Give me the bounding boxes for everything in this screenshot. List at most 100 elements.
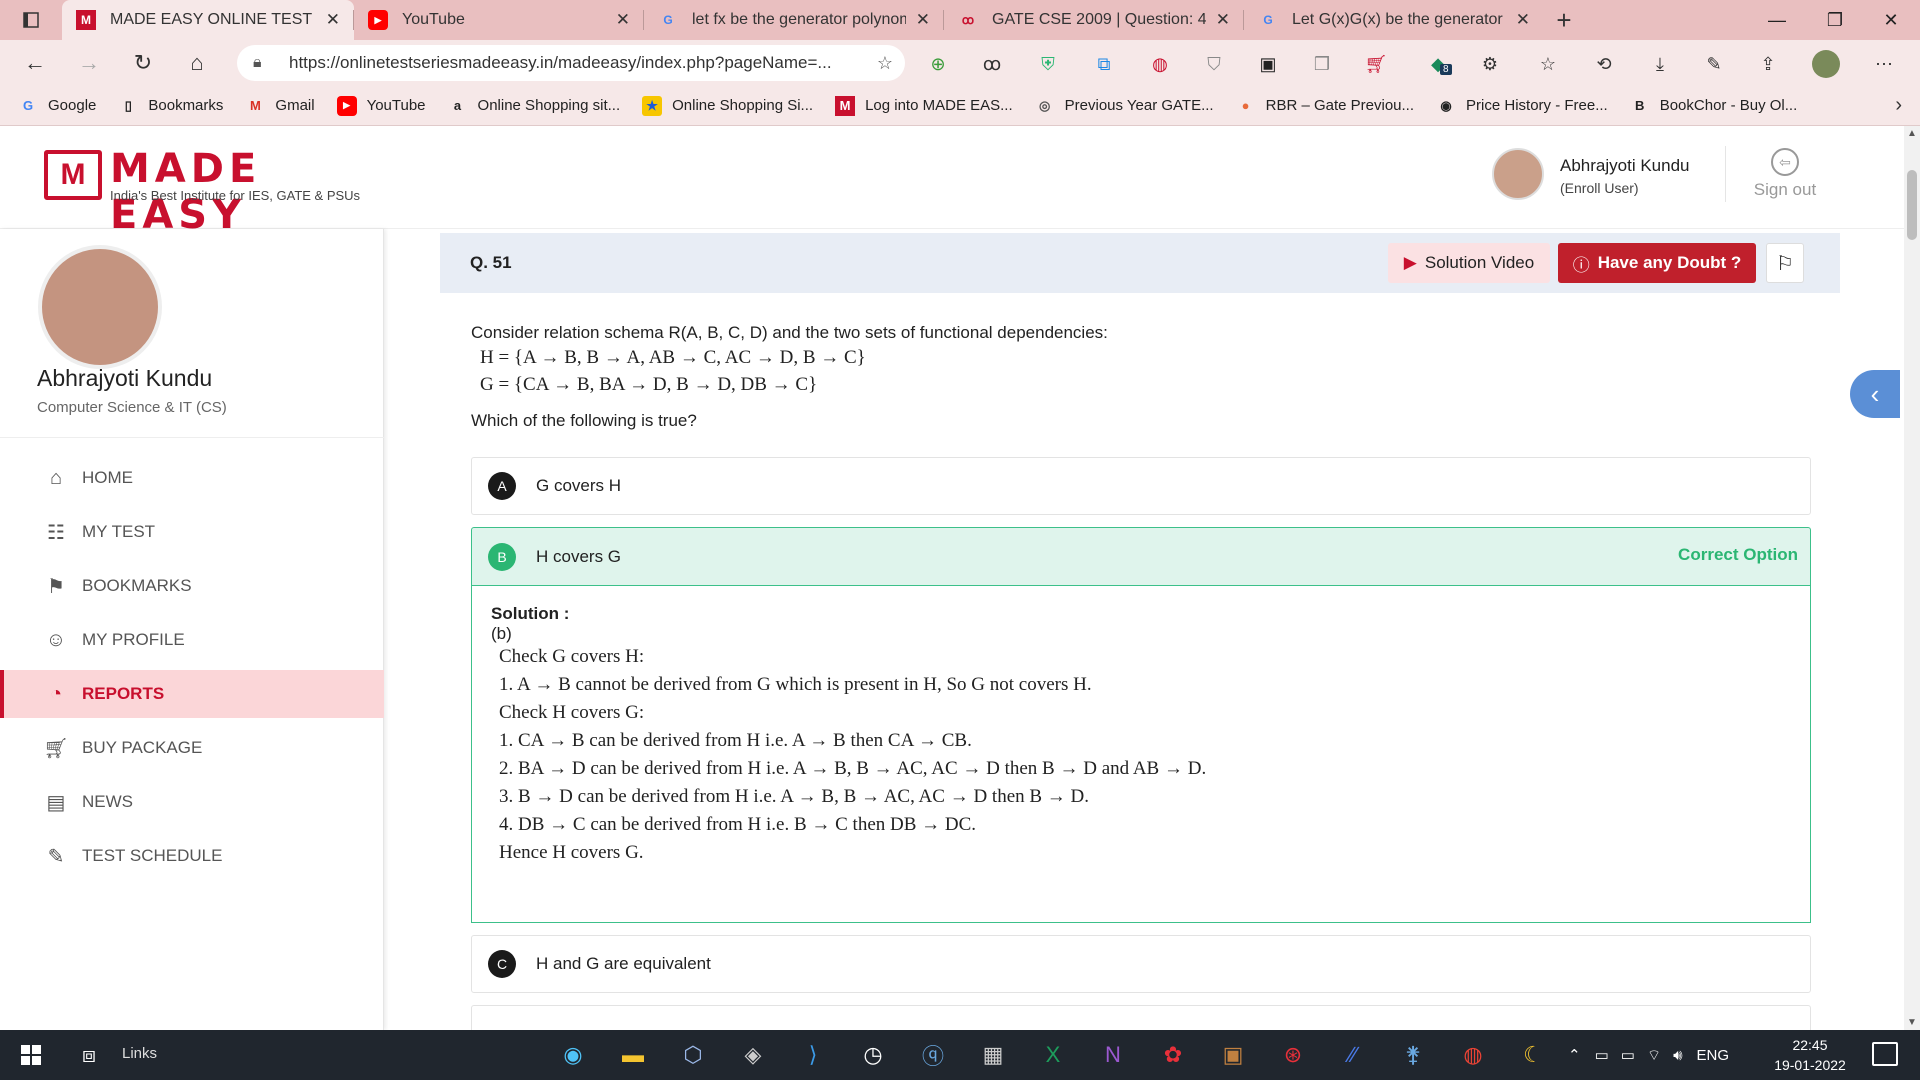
bookmark-price-history[interactable]: ◉ Price History - Free... (1436, 96, 1607, 116)
extensions-puzzle-icon[interactable]: ⚙ (1474, 48, 1506, 80)
sidebar-item-my-profile[interactable]: ☺ MY PROFILE (0, 616, 384, 664)
sidebar-item-reports[interactable]: ◔ REPORTS (0, 670, 384, 718)
git-icon[interactable]: ✿ (1148, 1030, 1198, 1080)
scroll-up-icon[interactable]: ▲ (1907, 128, 1917, 139)
history-icon[interactable]: ⟲ (1588, 48, 1620, 80)
excel-icon[interactable]: X (1028, 1030, 1078, 1080)
clock-app-icon[interactable]: ◷ (848, 1030, 898, 1080)
extension-cart-icon[interactable]: 🛒︎ (1360, 48, 1392, 80)
back-icon[interactable]: ← (8, 40, 62, 86)
close-tab-icon[interactable]: ✕ (326, 10, 340, 30)
chevron-right-icon[interactable]: › (1895, 94, 1902, 117)
bookmark-rbr[interactable]: ● RBR – Gate Previou... (1236, 96, 1414, 116)
sign-out-button[interactable]: ⇦ Sign out (1740, 148, 1830, 200)
add-favorite-icon[interactable]: ☆ (865, 53, 905, 74)
scrollbar-thumb[interactable] (1907, 170, 1917, 240)
extension-dark-icon[interactable]: ▣ (1252, 48, 1284, 80)
extension-brain-icon[interactable]: ◍ (1144, 48, 1176, 80)
bookmark-made-easy[interactable]: M Log into MADE EAS... (835, 95, 1013, 116)
option-b[interactable]: B H covers G Correct Option (471, 527, 1811, 585)
have-doubt-button[interactable]: ⓘ Have any Doubt ? (1558, 243, 1756, 283)
tab-actions-icon[interactable] (0, 0, 62, 40)
bookmark-bookchor[interactable]: B BookChor - Buy Ol... (1630, 96, 1797, 116)
home-browser-icon[interactable]: ⌂ (170, 40, 224, 86)
extension-guard-icon[interactable]: ⛉ (1198, 48, 1230, 80)
extension-translate-icon[interactable]: ⧉ (1088, 48, 1120, 80)
notification-icon[interactable] (1872, 1042, 1898, 1066)
page-scrollbar[interactable]: ▲ ▼ (1904, 126, 1920, 1030)
device-icon[interactable]: ▭ (1595, 1046, 1609, 1064)
refresh-icon[interactable]: ↻ (116, 40, 170, 86)
url-text[interactable]: https://onlinetestseriesmadeeasy.in/made… (289, 53, 865, 73)
web-capture-icon[interactable]: ✎ (1698, 48, 1730, 80)
sidebar-item-home[interactable]: ⌂ HOME (0, 454, 384, 502)
tab-google-2[interactable]: G Let G(x)G(x) be the generator polynomi… (1244, 0, 1544, 40)
bookmark-question-icon[interactable]: ⚐ (1766, 243, 1804, 283)
virtualbox-icon[interactable]: ⬡ (668, 1030, 718, 1080)
taskbar-clock[interactable]: 22:45 19-01-2022 (1760, 1035, 1860, 1075)
edge-icon[interactable]: ◉ (548, 1030, 598, 1080)
option-c[interactable]: C H and G are equivalent (471, 935, 1811, 993)
option-a[interactable]: A G covers H (471, 457, 1811, 515)
bookmark-amazon[interactable]: a Online Shopping sit... (448, 96, 620, 116)
profile-avatar-icon[interactable] (1812, 50, 1840, 78)
sidebar-item-news[interactable]: ▤ NEWS (0, 778, 384, 826)
restore-icon[interactable]: ❐ (1806, 0, 1864, 40)
close-tab-icon[interactable]: ✕ (1216, 10, 1230, 30)
close-tab-icon[interactable]: ✕ (1516, 10, 1530, 30)
task-view-icon[interactable]: ⧈ (64, 1030, 114, 1080)
close-window-icon[interactable]: ✕ (1862, 0, 1920, 40)
collapse-panel-icon[interactable]: ‹ (1850, 370, 1900, 418)
app-icon[interactable]: ⊛ (1268, 1030, 1318, 1080)
minimize-icon[interactable]: — (1748, 0, 1806, 40)
share-icon[interactable]: ⇪ (1752, 48, 1784, 80)
qbittorrent-icon[interactable]: ⓠ (908, 1030, 958, 1080)
tab-google-1[interactable]: G let fx be the generator polynomial ✕ (644, 0, 944, 40)
tab-youtube[interactable]: ▶ YouTube ✕ (354, 0, 644, 40)
taskbar-links[interactable]: Links (122, 1045, 157, 1062)
chrome-icon[interactable]: ◍ (1448, 1030, 1498, 1080)
close-tab-icon[interactable]: ✕ (616, 10, 630, 30)
bookmark-bookmarks[interactable]: ▯ Bookmarks (118, 96, 224, 116)
bookmark-flipkart[interactable]: ★ Online Shopping Si... (642, 95, 813, 116)
bookmark-google[interactable]: G Google (18, 96, 96, 116)
new-tab-icon[interactable]: + (1544, 0, 1584, 40)
address-bar[interactable]: 🔒︎ https://onlinetestseriesmadeeasy.in/m… (237, 45, 905, 81)
more-menu-icon[interactable]: ⋯ (1868, 48, 1900, 80)
sidebar-item-bookmarks[interactable]: ⚑ BOOKMARKS (0, 562, 384, 610)
forward-icon[interactable]: → (62, 40, 116, 86)
favorites-icon[interactable]: ☆ (1532, 48, 1564, 80)
tab-gate[interactable]: ꝏ GATE CSE 2009 | Question: 48 - GATE ✕ (944, 0, 1244, 40)
language-indicator[interactable]: ENG (1697, 1047, 1730, 1064)
vscode-icon[interactable]: ⟩ (788, 1030, 838, 1080)
extension-copy-icon[interactable]: ❒ (1306, 48, 1338, 80)
battery-icon[interactable]: ▭ (1621, 1046, 1635, 1064)
onenote-icon[interactable]: N (1088, 1030, 1138, 1080)
sidebar-item-buy-package[interactable]: 🛒︎ BUY PACKAGE (0, 724, 384, 772)
eclipse-icon[interactable]: ⚵ (1388, 1030, 1438, 1080)
calculator-icon[interactable]: ▦ (968, 1030, 1018, 1080)
math-icon[interactable]: ∕∕ (1328, 1030, 1378, 1080)
chevron-up-icon[interactable]: ⌃ (1568, 1046, 1581, 1064)
extension-glasses-icon[interactable]: ꝏ (976, 48, 1008, 80)
tab-made-easy[interactable]: M MADE EASY ONLINE TEST SERIES ✕ (62, 0, 354, 40)
sidebar-item-my-test[interactable]: ☷ MY TEST (0, 508, 384, 556)
downloads-icon[interactable]: ⤓ (1644, 48, 1676, 80)
solution-video-button[interactable]: ▶ Solution Video (1388, 243, 1550, 283)
file-explorer-icon[interactable]: ▬ (608, 1030, 658, 1080)
close-tab-icon[interactable]: ✕ (916, 10, 930, 30)
made-easy-logo[interactable]: M MADE EASY India's Best Institute for I… (44, 146, 384, 238)
option-d[interactable] (471, 1005, 1811, 1030)
weather-icon[interactable]: ☾ (1508, 1030, 1558, 1080)
unity-icon[interactable]: ◈ (728, 1030, 778, 1080)
scroll-down-icon[interactable]: ▼ (1907, 1017, 1917, 1028)
bookmark-gmail[interactable]: M Gmail (245, 96, 315, 116)
start-icon[interactable] (6, 1030, 56, 1080)
extension-badge-icon[interactable]: ◆ 8 (1422, 48, 1454, 80)
wifi-icon[interactable]: ⌔ (1647, 1046, 1661, 1065)
bookmark-previous-year[interactable]: ◎ Previous Year GATE... (1035, 96, 1214, 116)
bookmark-youtube[interactable]: ▶ YouTube (336, 95, 426, 116)
extension-shield-icon[interactable]: ⛨ (1032, 48, 1064, 80)
notes-icon[interactable]: ▣ (1208, 1030, 1258, 1080)
volume-icon[interactable]: 🔊︎ (1673, 1047, 1682, 1064)
